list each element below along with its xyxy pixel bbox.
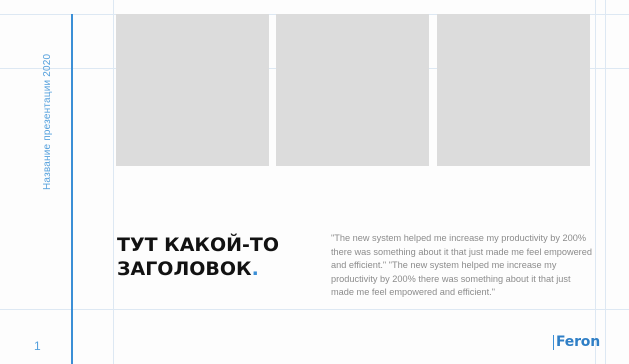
heading-line-2: ЗАГОЛОВОК. [117, 257, 279, 281]
image-placeholder-2 [276, 14, 429, 166]
slide-heading: ТУТ КАКОЙ-ТО ЗАГОЛОВОК. [117, 233, 279, 281]
heading-line-2-text: ЗАГОЛОВОК [117, 258, 252, 280]
guide-line-left [113, 0, 114, 364]
image-placeholder-3 [437, 14, 590, 166]
brand-logo: Feron [553, 334, 600, 350]
page-number: 1 [34, 339, 41, 353]
quote-text: "The new system helped me increase my pr… [331, 233, 592, 298]
presentation-title: Название презентации 2020 [42, 53, 53, 190]
logo-wordmark: Feron [556, 334, 600, 350]
image-placeholder-1 [116, 14, 269, 166]
guide-line-lower [0, 309, 629, 310]
heading-accent-dot: . [251, 258, 259, 280]
guide-line-right [595, 0, 596, 364]
accent-rule [71, 14, 73, 364]
guide-line-far-right [605, 0, 606, 364]
logo-bar-icon [553, 334, 554, 350]
heading-line-1: ТУТ КАКОЙ-ТО [117, 234, 280, 256]
